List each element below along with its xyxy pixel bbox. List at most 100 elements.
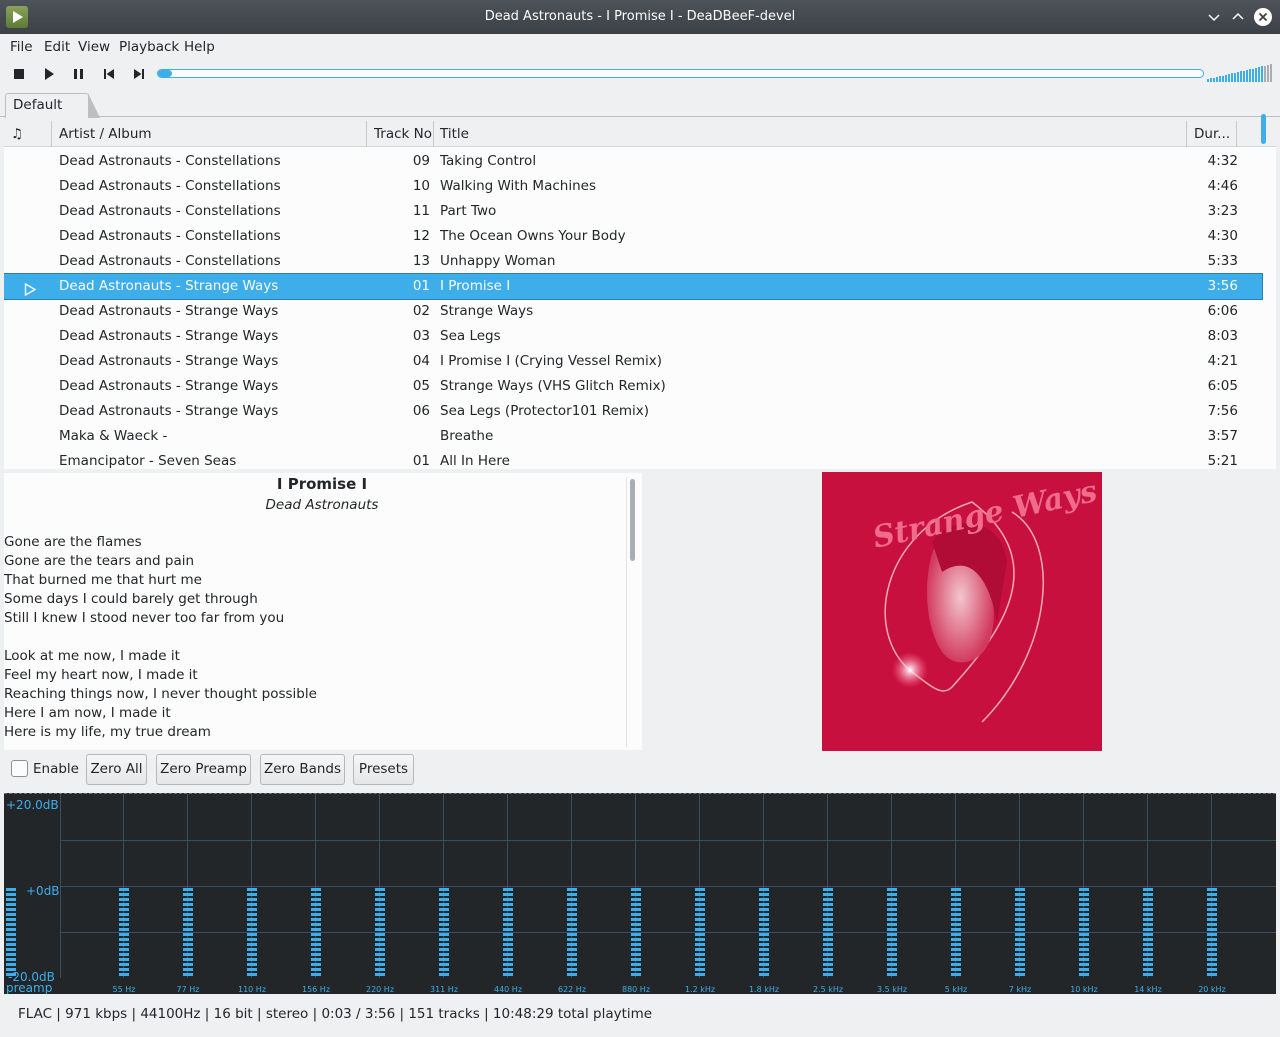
cell-artist-album: Emancipator - Seven Seas [59,453,237,469]
volume-step [1234,72,1236,82]
menu-view[interactable]: View [78,39,110,55]
cell-duration: 3:57 [1207,428,1238,444]
zero-all-button[interactable]: Zero All [86,754,147,785]
eq-band-slider[interactable] [567,888,577,978]
eq-db-max-label: +20.0dB [6,798,59,812]
equalizer-controls: Enable Zero All Zero Preamp Zero Bands P… [0,752,1280,790]
cell-track-no: 03 [412,328,430,344]
eq-band-slider[interactable] [247,888,257,978]
seek-bar[interactable] [157,69,1204,78]
cell-duration: 5:21 [1207,453,1238,469]
eq-band-slider[interactable] [823,888,833,978]
menu-playback[interactable]: Playback [119,39,179,55]
cell-artist-album: Dead Astronauts - Strange Ways [59,403,279,419]
playlist-row[interactable]: Dead Astronauts - Constellations 13 Unhapp… [4,249,1262,274]
lyrics-line: Some days I could barely get through [4,591,258,607]
lyrics-scroll-thumb[interactable] [630,479,635,561]
volume-step [1222,75,1224,82]
eq-band-slider[interactable] [759,888,769,978]
volume-step [1231,73,1233,82]
previous-icon[interactable] [101,66,117,82]
eq-band-slider[interactable] [375,888,385,978]
playlist-row[interactable]: Emancipator - Seven Seas 01 All In Here 5:2… [4,449,1262,469]
cell-track-no: 05 [412,378,430,394]
eq-band-slider[interactable] [695,888,705,978]
playlist-row[interactable]: Dead Astronauts - Constellations 10 Walkin… [4,174,1262,199]
volume-step [1258,67,1260,82]
volume-bar[interactable] [1207,64,1275,82]
menu-file[interactable]: File [10,39,33,55]
pause-icon[interactable] [71,66,87,82]
eq-band-slider[interactable] [1015,888,1025,978]
cell-duration: 4:21 [1207,353,1238,369]
lyrics-scrollbar[interactable] [626,477,636,747]
cell-duration: 3:56 [1207,278,1238,294]
eq-band-slider[interactable] [1207,888,1217,978]
column-status[interactable]: ♫ [4,121,52,147]
playlist-row[interactable]: Maka & Waeck - Breathe 3:57 [4,424,1262,449]
playlist-row[interactable]: Dead Astronauts - Strange Ways 02 Strange … [4,299,1262,324]
play-icon[interactable] [41,66,57,82]
lyrics-line: That burned me that hurt me [4,572,202,588]
cell-artist-album: Dead Astronauts - Constellations [59,253,281,269]
tab-default[interactable]: Default [5,93,101,118]
column-artist-album[interactable]: Artist / Album [52,121,367,147]
next-icon[interactable] [131,66,147,82]
equalizer-graph[interactable]: +20.0dB +0dB -20.0dB preamp 55 Hz 77 Hz 11… [4,793,1276,994]
eq-band-slider[interactable] [1079,888,1089,978]
eq-enable-checkbox[interactable] [11,760,28,777]
seek-progress [158,70,172,77]
cell-title: Taking Control [440,153,537,169]
eq-band-slider[interactable] [183,888,193,978]
eq-band-slider[interactable] [951,888,961,978]
minimize-icon[interactable] [1206,9,1222,25]
eq-band-label: 7 kHz [1008,985,1032,994]
volume-step [1243,70,1245,82]
eq-band-label: 55 Hz [112,985,136,994]
eq-band-slider[interactable] [503,888,513,978]
volume-step [1240,71,1242,82]
eq-band-label: 10 kHz [1070,985,1098,994]
menu-help[interactable]: Help [184,39,215,55]
playlist-row[interactable]: Dead Astronauts - Strange Ways 01 I Promis… [4,273,1263,300]
lyrics-line: Gone are the flames [4,534,142,550]
playlist-row[interactable]: Dead Astronauts - Constellations 09 Taking… [4,149,1262,174]
column-duration[interactable]: Dur... [1187,121,1237,147]
volume-step [1255,67,1257,82]
column-title[interactable]: Title [434,121,1187,147]
cell-artist-album: Dead Astronauts - Strange Ways [59,278,279,294]
playlist-row[interactable]: Dead Astronauts - Constellations 12 The Oc… [4,224,1262,249]
eq-band-slider[interactable] [631,888,641,978]
presets-button[interactable]: Presets [353,754,414,785]
maximize-icon[interactable] [1230,9,1246,25]
playlist-scrollbar[interactable] [1261,114,1266,144]
close-icon[interactable] [1254,8,1272,26]
playlist-row[interactable]: Dead Astronauts - Strange Ways 03 Sea Legs… [4,324,1262,349]
stop-icon[interactable] [11,66,27,82]
eq-band-slider[interactable] [1143,888,1153,978]
playlist-row[interactable]: Dead Astronauts - Strange Ways 04 I Promis… [4,349,1262,374]
cell-artist-album: Dead Astronauts - Strange Ways [59,328,279,344]
playlist-row[interactable]: Dead Astronauts - Strange Ways 05 Strange … [4,374,1262,399]
cell-duration: 8:03 [1207,328,1238,344]
eq-band-slider[interactable] [119,888,129,978]
eq-preamp-slider[interactable] [6,888,16,978]
eq-band-label: 156 Hz [301,985,331,994]
playlist-row[interactable]: Dead Astronauts - Strange Ways 06 Sea Legs… [4,399,1262,424]
cell-title: The Ocean Owns Your Body [440,228,626,244]
eq-band-label: 20 kHz [1198,985,1226,994]
volume-step [1252,68,1254,82]
column-track-no[interactable]: Track No [367,121,434,147]
cell-track-no: 01 [412,453,430,469]
zero-bands-button[interactable]: Zero Bands [260,754,345,785]
cell-track-no: 02 [412,303,430,319]
eq-band-slider[interactable] [887,888,897,978]
playlist-rows: Dead Astronauts - Constellations 09 Taking… [4,149,1263,469]
cell-title: Sea Legs [440,328,501,344]
cell-track-no: 12 [412,228,430,244]
menu-edit[interactable]: Edit [44,39,70,55]
eq-band-slider[interactable] [439,888,449,978]
zero-preamp-button[interactable]: Zero Preamp [156,754,251,785]
eq-band-slider[interactable] [311,888,321,978]
playlist-row[interactable]: Dead Astronauts - Constellations 11 Part T… [4,199,1262,224]
